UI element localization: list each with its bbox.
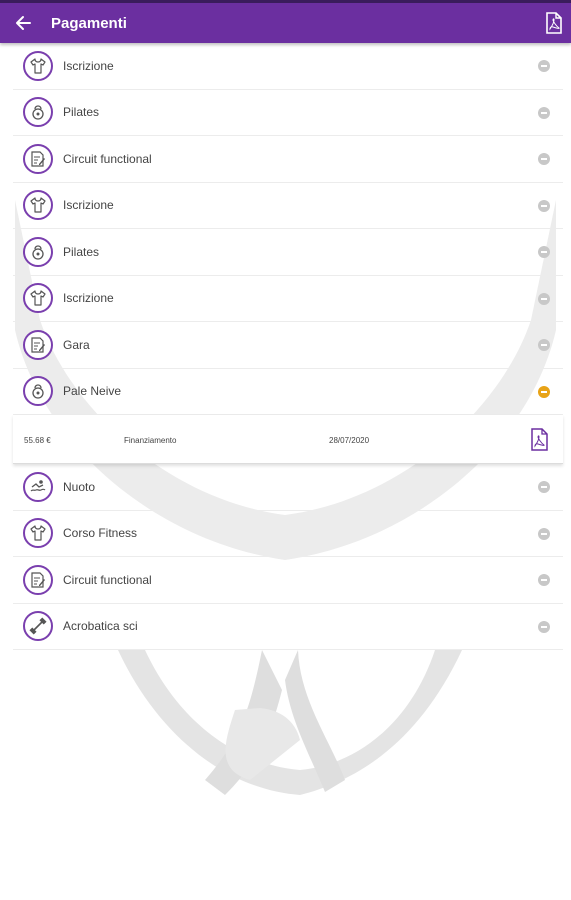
payment-row[interactable]: Acrobatica sci xyxy=(13,604,563,650)
payment-label: Corso Fitness xyxy=(63,526,138,541)
payment-row[interactable]: Corso Fitness xyxy=(13,511,563,557)
swimmer-icon xyxy=(30,479,46,492)
payment-row[interactable]: Iscrizione xyxy=(13,183,563,229)
expand-toggle-icon[interactable] xyxy=(538,574,550,586)
pdf-icon[interactable] xyxy=(545,12,563,34)
payment-row[interactable]: Pale Neive xyxy=(13,369,563,415)
page-title: Pagamenti xyxy=(51,14,127,32)
document-edit-icon xyxy=(31,151,45,167)
payment-row[interactable]: Pilates xyxy=(13,90,563,136)
expand-toggle-icon[interactable] xyxy=(538,620,550,633)
tshirt-avatar xyxy=(23,283,53,314)
payment-row[interactable]: Circuit functional xyxy=(13,136,563,183)
expand-toggle-icon[interactable] xyxy=(538,246,550,258)
payment-label: Pilates xyxy=(63,244,100,259)
kettlebell-icon xyxy=(32,105,44,120)
payment-label: Circuit functional xyxy=(63,151,152,166)
dumbbell-icon xyxy=(29,617,47,635)
tshirt-icon xyxy=(30,290,46,306)
payment-row[interactable]: Circuit functional xyxy=(13,557,563,604)
payment-label: Iscrizione xyxy=(63,198,114,213)
payment-row[interactable]: Nuoto xyxy=(13,464,563,511)
tshirt-avatar xyxy=(23,190,53,221)
tshirt-avatar xyxy=(23,50,53,81)
tshirt-icon xyxy=(30,58,46,74)
tshirt-avatar xyxy=(23,518,53,549)
expand-toggle-icon[interactable] xyxy=(538,106,550,119)
expand-toggle-icon[interactable] xyxy=(538,199,550,212)
payment-label: Nuoto xyxy=(63,479,96,494)
payment-label: Iscrizione xyxy=(63,58,114,73)
payment-type: Finanziamento xyxy=(124,436,177,445)
payment-date: 28/07/2020 xyxy=(329,436,370,445)
payment-label: Iscrizione xyxy=(63,291,114,306)
kettlebell-icon xyxy=(32,245,44,260)
pdf-download-icon[interactable] xyxy=(530,428,549,451)
swimmer-avatar xyxy=(23,471,53,502)
kettlebell-avatar xyxy=(23,376,53,407)
tshirt-icon xyxy=(30,525,46,541)
dumbbell-avatar xyxy=(23,611,53,642)
payment-detail: 55.68 € Finanziamento 28/07/2020 xyxy=(13,415,563,464)
payment-label: Pilates xyxy=(63,105,100,120)
expand-toggle-icon[interactable] xyxy=(538,339,550,351)
payment-label: Acrobatica sci xyxy=(63,619,138,634)
payments-list: Iscrizione Pilates Circuit functional Iscri… xyxy=(13,43,563,650)
payment-label: Circuit functional xyxy=(63,572,152,587)
document-edit-icon xyxy=(31,572,45,588)
payment-row[interactable]: Iscrizione xyxy=(13,43,563,90)
document-edit-avatar xyxy=(23,564,53,595)
collapse-toggle-icon[interactable] xyxy=(538,385,550,398)
expand-toggle-icon[interactable] xyxy=(538,153,550,165)
document-edit-avatar xyxy=(23,329,53,360)
app-bar: Pagamenti xyxy=(0,0,571,43)
arrow-left-icon xyxy=(16,16,31,30)
document-edit-icon xyxy=(31,337,45,353)
payment-label: Pale Neive xyxy=(63,384,122,399)
payment-amount: 55.68 € xyxy=(24,436,51,445)
expand-toggle-icon[interactable] xyxy=(538,60,550,72)
expand-toggle-icon[interactable] xyxy=(538,292,550,305)
back-button[interactable] xyxy=(0,3,46,43)
kettlebell-avatar xyxy=(23,97,53,128)
payment-row[interactable]: Pilates xyxy=(13,229,563,276)
kettlebell-avatar xyxy=(23,236,53,267)
payment-label: Gara xyxy=(63,337,90,352)
payment-row[interactable]: Gara xyxy=(13,322,563,369)
expand-toggle-icon[interactable] xyxy=(538,481,550,493)
document-edit-avatar xyxy=(23,143,53,174)
tshirt-icon xyxy=(30,197,46,213)
payment-row[interactable]: Iscrizione xyxy=(13,276,563,322)
kettlebell-icon xyxy=(32,384,44,399)
expand-toggle-icon[interactable] xyxy=(538,527,550,540)
